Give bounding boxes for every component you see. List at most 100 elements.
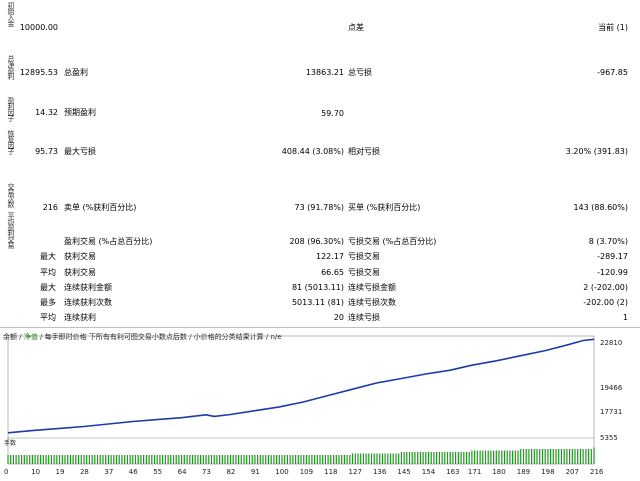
volume-bar: [56, 455, 58, 464]
volume-bar: [465, 452, 468, 464]
volume-bar: [265, 455, 267, 464]
volume-bar: [547, 449, 549, 464]
volume-bar: [178, 455, 180, 464]
volume-bar: [12, 455, 14, 464]
net-profit-value: 12895.53: [19, 68, 58, 77]
volume-bar: [590, 449, 592, 464]
volume-bar: [10, 455, 12, 464]
chart-plot: [7, 335, 595, 465]
volume-bar: [376, 453, 378, 464]
volume-bar: [373, 453, 375, 464]
volume-bar: [522, 449, 525, 464]
volume-bar: [425, 452, 427, 464]
x-tick-label: 109: [299, 468, 314, 476]
stats-prefix: 最大: [40, 283, 56, 292]
volume-bar: [267, 455, 269, 464]
x-tick-label: 28: [79, 468, 89, 476]
x-tick-label: 216: [590, 468, 604, 476]
volume-bar: [132, 455, 134, 464]
volume-bar: [162, 455, 164, 464]
volume-bar: [571, 449, 573, 464]
stats-value: 122.17: [316, 252, 344, 261]
volume-bar: [34, 455, 36, 464]
volume-bar: [417, 452, 419, 464]
volume-bar: [88, 455, 90, 464]
x-tick-label: 55: [153, 468, 163, 476]
volume-bar: [194, 455, 196, 464]
volume-bar: [145, 455, 147, 464]
gross-loss-label: 总亏损: [348, 68, 372, 77]
volume-bar: [501, 450, 503, 464]
volume-bar: [197, 455, 199, 464]
volume-bar: [151, 455, 153, 464]
volume-bar: [311, 455, 313, 464]
volume-bar: [292, 455, 294, 464]
volume-bar: [324, 455, 326, 464]
stats-label: 连续亏损次数: [348, 298, 396, 307]
x-tick-label: 189: [516, 468, 531, 476]
volume-bar: [484, 450, 487, 464]
stats-prefix: 平均: [40, 268, 56, 277]
volume-bar: [398, 453, 400, 464]
volume-bar: [186, 455, 188, 464]
volume-bar: [455, 452, 457, 464]
stats-label: 盈利交易 (%占总百分比): [64, 237, 153, 246]
volume-bar: [172, 455, 175, 464]
y-tick-label: 19466: [600, 384, 623, 392]
volume-bar: [254, 455, 256, 464]
volume-bar: [327, 455, 329, 464]
volume-bar: [40, 455, 42, 464]
volume-bar: [273, 455, 275, 464]
volume-bar: [270, 455, 272, 464]
volume-bar: [411, 452, 413, 464]
relative-drawdown-label: 相对亏损: [348, 147, 380, 156]
volume-bar: [300, 455, 302, 464]
gross-profit-value: 13863.21: [305, 68, 344, 77]
volume-bar: [23, 455, 25, 464]
volume-bar: [115, 455, 118, 464]
y-tick-label: 17731: [600, 408, 623, 416]
volume-bar: [21, 455, 23, 464]
volume-bar: [585, 449, 587, 464]
volume-bar: [370, 453, 373, 464]
x-tick-label: 180: [492, 468, 506, 476]
volume-bar: [53, 455, 55, 464]
volume-bar: [427, 452, 430, 464]
relative-drawdown-value: 3.20% (391.83): [565, 147, 628, 156]
volume-bar: [216, 455, 218, 464]
x-tick-label: 91: [250, 468, 260, 476]
volume-bar: [577, 449, 579, 464]
volume-bar: [278, 455, 280, 464]
volume-bar: [286, 455, 288, 464]
y-tick-label: 22810: [600, 339, 623, 347]
x-tick-label: 163: [446, 468, 460, 476]
volume-bar: [588, 449, 590, 464]
volume-bar: [389, 453, 392, 464]
initial-deposit-value: 10000.00: [19, 23, 58, 32]
volume-bar: [514, 450, 516, 464]
volume-bar: [221, 455, 223, 464]
volume-bar: [80, 455, 82, 464]
volume-bar: [213, 455, 215, 464]
volume-bar: [316, 455, 318, 464]
volume-bar: [544, 449, 546, 464]
x-tick-label: 46: [128, 468, 138, 476]
stats-label: 亏损交易 (%占总百分比): [348, 237, 437, 246]
stats-prefix: 最大: [40, 252, 56, 261]
x-tick-label: 82: [226, 468, 236, 476]
x-tick-label: 136: [372, 468, 387, 476]
volume-bar: [582, 449, 584, 464]
volume-bar: [319, 455, 321, 464]
volume-bar: [140, 455, 142, 464]
volume-bar: [42, 455, 44, 464]
long-trades-value: 143 (88.60%): [573, 203, 628, 212]
volume-bar: [512, 450, 514, 464]
stats-value: 66.65: [321, 268, 344, 277]
volume-bar: [368, 453, 370, 464]
x-tick-label: 145: [397, 468, 411, 476]
balance-line: [7, 338, 595, 434]
volume-bar: [387, 453, 389, 464]
gross-loss-value: -967.85: [597, 68, 628, 77]
x-tick-label: 171: [467, 468, 482, 476]
stats-label: 亏损交易: [348, 252, 380, 261]
